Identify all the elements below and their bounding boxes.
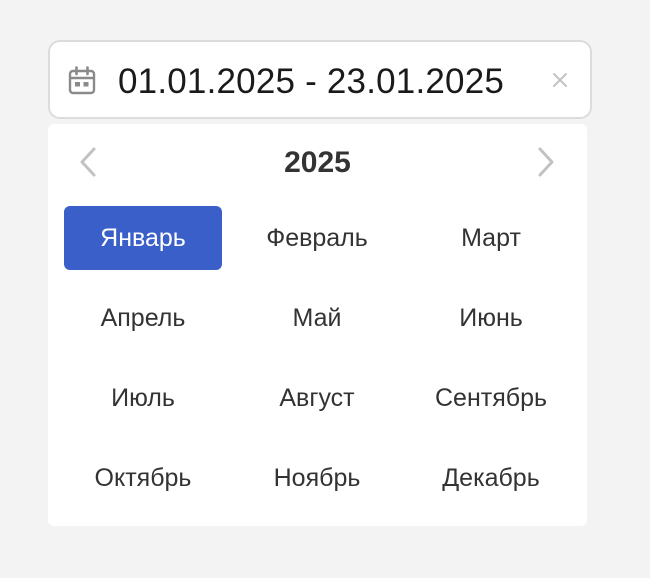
month-option[interactable]: Ноябрь (238, 446, 396, 510)
chevron-right-icon[interactable] (532, 144, 560, 180)
close-icon[interactable] (550, 70, 570, 90)
month-option[interactable]: Июль (64, 366, 222, 430)
date-range-value: 01.01.2025 - 23.01.2025 (118, 62, 505, 101)
month-option[interactable]: Октябрь (64, 446, 222, 510)
month-option[interactable]: Апрель (64, 286, 222, 350)
date-range-picker: 01.01.2025 - 23.01.2025 2025 Январь Февра… (0, 0, 650, 578)
month-option[interactable]: Январь (64, 206, 222, 270)
month-option[interactable]: Сентябрь (412, 366, 570, 430)
month-option[interactable]: Июнь (412, 286, 570, 350)
date-range-input[interactable]: 01.01.2025 - 23.01.2025 (48, 40, 592, 119)
month-picker-panel: 2025 Январь Февраль Март Апрель Май Июнь Июль А… (48, 124, 587, 526)
month-option[interactable]: Декабрь (412, 446, 570, 510)
month-option[interactable]: Август (238, 366, 396, 430)
month-option[interactable]: Май (238, 286, 396, 350)
month-option[interactable]: Февраль (238, 206, 396, 270)
year-label: 2025 (284, 146, 351, 179)
calendar-icon (68, 66, 96, 95)
month-option[interactable]: Март (412, 206, 570, 270)
